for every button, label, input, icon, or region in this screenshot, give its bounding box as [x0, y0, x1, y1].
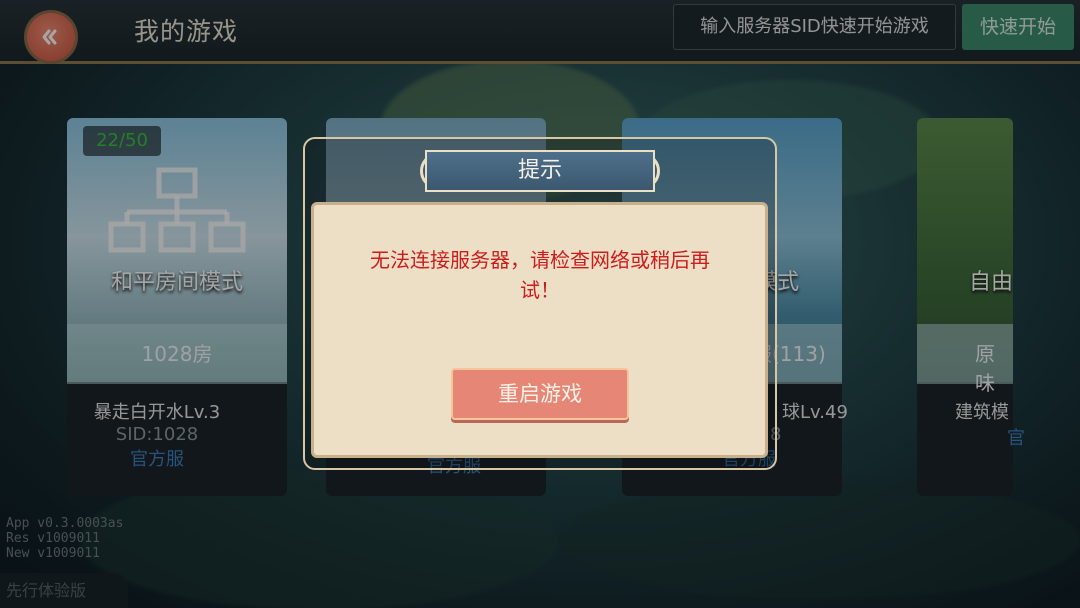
dialog-message: 无法连接服务器，请检查网络或稍后再 试！	[340, 245, 740, 305]
dialog-message-line-1: 无法连接服务器，请检查网络或稍后再	[370, 248, 710, 272]
dialog-message-line-2: 试！	[520, 278, 560, 302]
restart-game-button[interactable]: 重启游戏	[451, 368, 629, 420]
dialog-title: 提示	[425, 150, 655, 192]
